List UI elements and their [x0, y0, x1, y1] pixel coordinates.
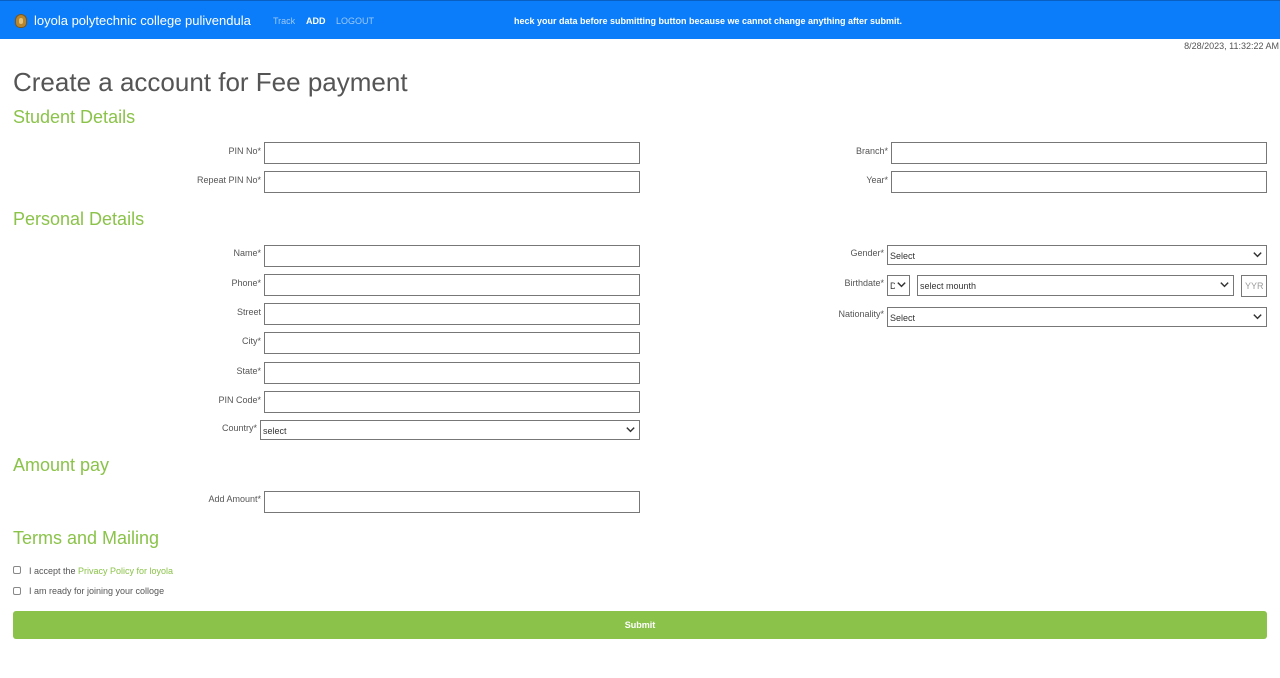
birth-month-select[interactable]: select mounth [917, 275, 1234, 296]
college-logo-icon [15, 14, 27, 28]
privacy-policy-link[interactable]: Privacy Policy for loyola [78, 566, 173, 576]
phone-label: Phone* [231, 278, 261, 288]
current-datetime: 8/28/2023, 11:32:22 AM [1184, 41, 1279, 51]
birth-month-value: select mounth [920, 281, 977, 291]
year-label: Year* [866, 175, 888, 185]
phone-input[interactable] [264, 274, 640, 296]
pin-input[interactable] [264, 142, 640, 164]
brand-title[interactable]: loyola polytechnic college pulivendula [34, 13, 251, 28]
nav-track-link[interactable]: Track [273, 16, 295, 26]
submit-button[interactable]: Submit [13, 611, 1267, 639]
year-input[interactable] [891, 171, 1267, 193]
accept-policy-text: I accept the Privacy Policy for loyola [29, 566, 173, 576]
pin-label: PIN No* [228, 146, 261, 156]
top-navbar: loyola polytechnic college pulivendula T… [0, 0, 1280, 39]
name-input[interactable] [264, 245, 640, 267]
birthdate-label: Birthdate* [844, 278, 884, 288]
chevron-down-icon [1220, 282, 1229, 288]
nationality-label: Nationality* [838, 309, 884, 319]
city-label: City* [241, 336, 261, 346]
section-personal-details: Personal Details [13, 209, 145, 229]
chevron-down-icon [626, 427, 635, 433]
name-label: Name* [233, 248, 261, 258]
country-label: Country* [221, 423, 257, 433]
repeat-pin-label: Repeat PIN No* [196, 175, 261, 185]
birth-year-input[interactable] [1241, 275, 1267, 297]
section-student-details: Student Details [13, 107, 136, 127]
section-terms-mailing: Terms and Mailing [13, 528, 160, 548]
birth-day-value: D [890, 281, 895, 291]
pincode-input[interactable] [264, 391, 640, 413]
chevron-down-icon [1253, 314, 1262, 320]
nav-logout-link[interactable]: LOGOUT [336, 16, 374, 26]
accept-policy-checkbox[interactable] [13, 566, 21, 574]
nationality-select[interactable]: Select [887, 307, 1267, 327]
chevron-down-icon [1253, 252, 1262, 258]
birth-day-select[interactable]: D [887, 275, 910, 296]
street-input[interactable] [264, 303, 640, 325]
gender-label: Gender* [850, 248, 884, 258]
ready-join-label: I am ready for joining your colloge [29, 586, 165, 596]
amount-label: Add Amount* [208, 494, 261, 504]
chevron-down-icon [897, 282, 906, 288]
country-select[interactable]: select [260, 420, 640, 440]
street-label: Street [236, 307, 261, 317]
amount-input[interactable] [264, 491, 640, 513]
gender-select[interactable]: Select [887, 245, 1267, 265]
warning-notice: heck your data before submitting button … [514, 16, 903, 26]
nav-add-link[interactable]: ADD [306, 16, 326, 26]
nationality-select-value: Select [890, 313, 916, 323]
pincode-label: PIN Code* [218, 395, 261, 405]
branch-input[interactable] [891, 142, 1267, 164]
state-input[interactable] [264, 362, 640, 384]
accept-policy-prefix: I accept the [29, 566, 79, 576]
gender-select-value: Select [890, 251, 916, 261]
ready-join-checkbox[interactable] [13, 587, 21, 595]
repeat-pin-input[interactable] [264, 171, 640, 193]
state-label: State* [236, 366, 261, 376]
country-select-value: select [263, 426, 287, 436]
city-input[interactable] [264, 332, 640, 354]
section-amount-pay: Amount pay [13, 455, 110, 475]
branch-label: Branch* [855, 146, 888, 156]
page-title: Create a account for Fee payment [13, 67, 408, 97]
